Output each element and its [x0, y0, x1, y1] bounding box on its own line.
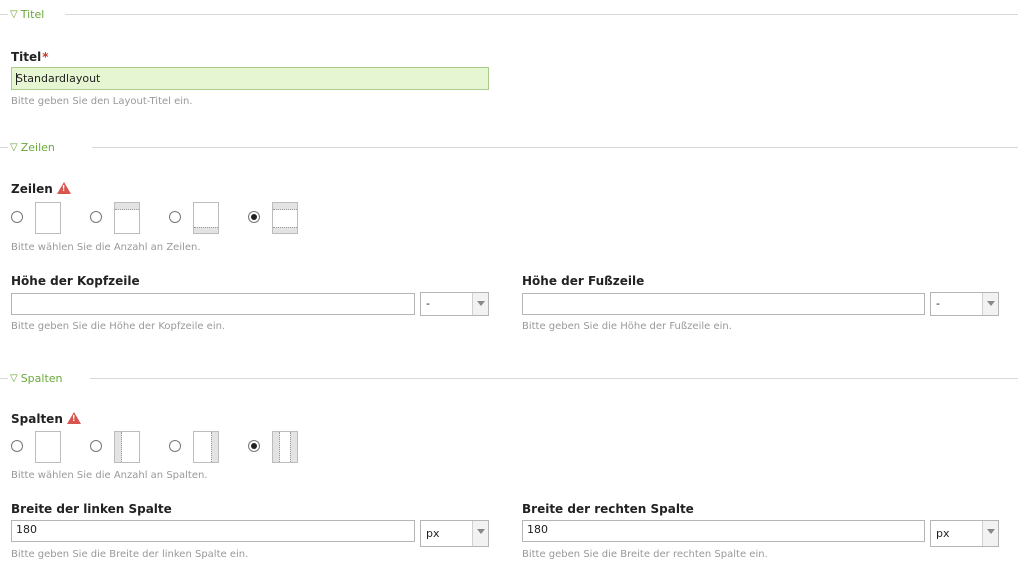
columns-hint: Bitte wählen Sie die Anzahl an Spalten.	[11, 470, 208, 481]
columns-option-1-radio[interactable]	[11, 440, 23, 452]
chevron-down-icon[interactable]	[982, 293, 998, 315]
footer-height-input[interactable]	[522, 293, 925, 315]
section-spalten-label: Spalten	[20, 371, 63, 385]
columns-option-4-radio[interactable]	[248, 440, 260, 452]
footer-height-unit-select[interactable]: -	[930, 292, 999, 316]
layout-columns-1-icon[interactable]	[35, 431, 61, 463]
section-zeilen-legend[interactable]: ▽ Zeilen	[0, 140, 1018, 154]
title-hint: Bitte geben Sie den Layout-Titel ein.	[11, 96, 193, 107]
header-height-unit-value: -	[426, 297, 430, 310]
chevron-down-icon[interactable]	[472, 521, 488, 546]
chevron-down-icon[interactable]	[472, 293, 488, 315]
warning-icon	[56, 182, 71, 194]
left-width-unit-select[interactable]: px	[420, 520, 489, 547]
right-width-unit-select[interactable]: px	[930, 520, 999, 547]
columns-label: Spalten	[11, 412, 81, 426]
title-label: Titel*	[11, 50, 49, 64]
layout-rows-footer-icon[interactable]	[193, 202, 219, 234]
columns-option-2-radio[interactable]	[90, 440, 102, 452]
section-titel-label: Titel	[20, 7, 45, 21]
title-label-text: Titel	[11, 50, 42, 64]
required-asterisk: *	[42, 50, 49, 64]
right-width-unit-value: px	[936, 527, 950, 540]
rows-hint: Bitte wählen Sie die Anzahl an Zeilen.	[11, 242, 201, 253]
rows-option-3-radio[interactable]	[169, 211, 181, 223]
rows-label: Zeilen	[11, 182, 71, 196]
legend-rule	[92, 147, 1018, 148]
layout-columns-right-icon[interactable]	[193, 431, 219, 463]
columns-label-text: Spalten	[11, 412, 63, 426]
header-height-label: Höhe der Kopfzeile	[11, 274, 140, 288]
left-width-label: Breite der linken Spalte	[11, 502, 172, 516]
title-input[interactable]: Standardlayout	[11, 67, 489, 90]
header-height-hint: Bitte geben Sie die Höhe der Kopfzeile e…	[11, 321, 226, 332]
legend-rule	[90, 378, 1018, 379]
footer-height-hint: Bitte geben Sie die Höhe der Fußzeile ei…	[522, 321, 732, 332]
collapse-triangle-icon: ▽	[10, 141, 18, 153]
legend-line	[0, 146, 8, 148]
header-height-input[interactable]	[11, 293, 415, 315]
layout-columns-left-icon[interactable]	[114, 431, 140, 463]
footer-height-label: Höhe der Fußzeile	[522, 274, 645, 288]
title-input-value: Standardlayout	[16, 72, 101, 85]
left-width-unit-value: px	[426, 527, 440, 540]
collapse-triangle-icon: ▽	[10, 372, 18, 384]
rows-option-1-radio[interactable]	[11, 211, 23, 223]
left-width-input[interactable]: 180	[11, 520, 415, 542]
columns-option-3-radio[interactable]	[169, 440, 181, 452]
warning-icon	[66, 412, 81, 424]
section-zeilen-label: Zeilen	[20, 140, 55, 154]
rows-label-text: Zeilen	[11, 182, 53, 196]
legend-line	[0, 377, 8, 379]
header-height-unit-select[interactable]: -	[420, 292, 489, 316]
legend-line	[0, 13, 8, 15]
right-width-hint: Bitte geben Sie die Breite der rechten S…	[522, 549, 768, 560]
footer-height-unit-value: -	[936, 297, 940, 310]
chevron-down-icon[interactable]	[982, 521, 998, 546]
layout-columns-left-right-icon[interactable]	[272, 431, 298, 463]
rows-option-4-radio[interactable]	[248, 211, 260, 223]
section-titel-legend[interactable]: ▽ Titel	[0, 7, 1018, 21]
rows-option-2-radio[interactable]	[90, 211, 102, 223]
section-spalten-legend[interactable]: ▽ Spalten	[0, 371, 1018, 385]
layout-rows-1-icon[interactable]	[35, 202, 61, 234]
legend-rule	[65, 14, 1018, 15]
left-width-hint: Bitte geben Sie die Breite der linken Sp…	[11, 549, 249, 560]
layout-rows-header-icon[interactable]	[114, 202, 140, 234]
layout-rows-header-footer-icon[interactable]	[272, 202, 298, 234]
right-width-input[interactable]: 180	[522, 520, 925, 542]
collapse-triangle-icon: ▽	[10, 8, 18, 20]
right-width-label: Breite der rechten Spalte	[522, 502, 694, 516]
